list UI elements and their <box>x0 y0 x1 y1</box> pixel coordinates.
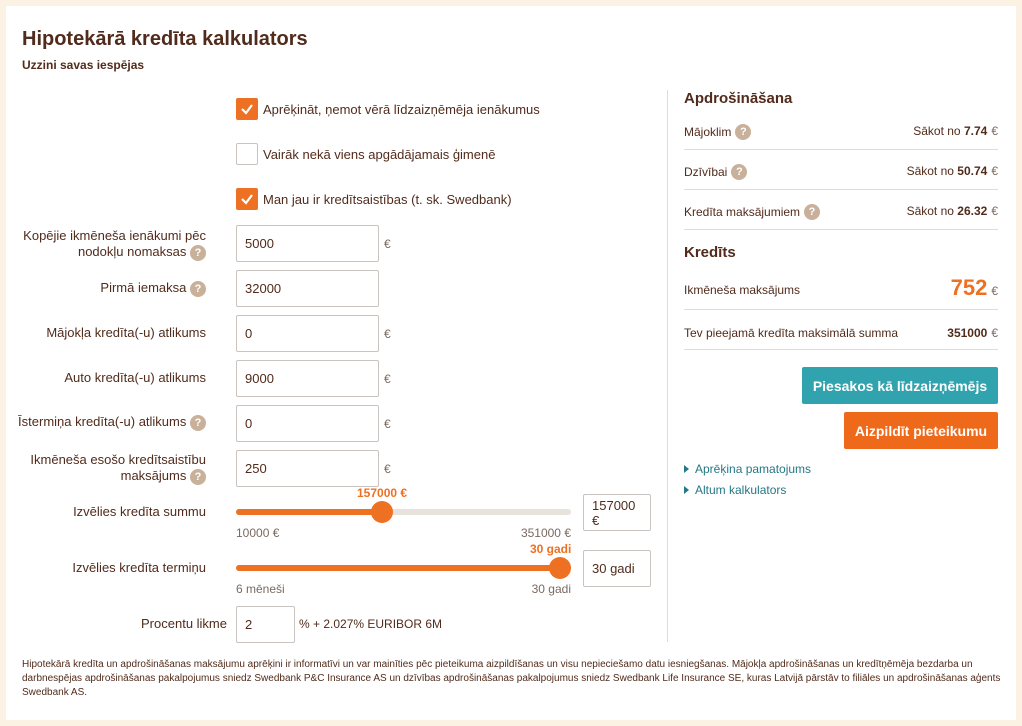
checkbox-row-dependents[interactable]: Vairāk nekā viens apgādājamais ģimenē <box>236 143 495 165</box>
rate-input[interactable]: 2 <box>236 606 295 643</box>
checkbox-label: Vairāk nekā viens apgādājamais ģimenē <box>263 146 496 162</box>
max-credit-value: 351000 <box>947 326 988 340</box>
fill-application-button[interactable]: Aizpildīt pieteikumu <box>844 412 998 449</box>
unit-euro: € <box>384 417 391 431</box>
help-icon[interactable]: ? <box>804 204 821 220</box>
insurance-row-home: Mājoklim? Sākot no 7.74 € <box>684 124 998 150</box>
unit-euro: € <box>384 462 391 476</box>
max-credit-label: Tev pieejamā kredīta maksimālā summa <box>684 326 899 340</box>
insurance-value: 26.32 <box>957 204 988 218</box>
checkbox-row-existing-loans[interactable]: Man jau ir kredītsaistības (t. sk. Swedb… <box>236 188 512 210</box>
help-icon[interactable]: ? <box>190 414 206 431</box>
monthly-payment-label: Ikmēneša maksājums <box>684 283 801 297</box>
help-icon[interactable]: ? <box>190 280 206 297</box>
checkbox-existing-loans[interactable] <box>236 188 258 210</box>
caret-right-icon <box>684 465 689 473</box>
slider-thumb[interactable] <box>371 501 393 523</box>
amount-min-label: 10000 € <box>236 526 280 540</box>
calculator-card: Hipotekārā kredīta kalkulators Uzzini sa… <box>6 6 1016 720</box>
down-payment-label: Pirmā iemaksa ? <box>16 280 206 297</box>
insurance-unit: € <box>991 204 998 218</box>
income-input[interactable]: 5000 <box>236 225 379 262</box>
amount-slider[interactable]: 157000 € <box>236 484 571 528</box>
insurance-prefix: Sākot no <box>906 164 954 178</box>
short-loan-input[interactable]: 0 <box>236 405 379 442</box>
unit-euro: € <box>384 237 391 251</box>
insurance-row-life: Dzīvībai? Sākot no 50.74 € <box>684 164 998 190</box>
max-credit-unit: € <box>991 326 998 340</box>
term-slider[interactable]: 30 gadi <box>236 540 571 584</box>
car-loan-input[interactable]: 9000 <box>236 360 379 397</box>
check-icon <box>241 194 253 205</box>
help-icon[interactable]: ? <box>190 244 206 261</box>
amount-input[interactable]: 157000 € <box>583 494 651 531</box>
link-label: Altum kalkulators <box>695 483 787 497</box>
calculation-basis-link[interactable]: Aprēķina pamatojums <box>684 462 811 476</box>
insurance-heading: Apdrošināšana <box>684 90 793 107</box>
page-subtitle: Uzzini savas iespējas <box>22 58 145 72</box>
amount-slider-label: Izvēlies kredīta summu <box>73 504 206 519</box>
unit-euro: € <box>384 372 391 386</box>
insurance-value: 50.74 <box>957 164 988 178</box>
term-input[interactable]: 30 gadi <box>583 550 651 587</box>
insurance-unit: € <box>991 124 998 138</box>
rate-label: Procentu likme <box>141 616 227 631</box>
help-icon[interactable]: ? <box>731 164 748 180</box>
checkbox-coborrower[interactable] <box>236 98 258 120</box>
home-loan-label: Mājokļa kredīta(-u) atlikums <box>46 325 206 340</box>
credit-heading: Kredīts <box>684 244 736 261</box>
insurance-prefix: Sākot no <box>906 204 954 218</box>
column-divider <box>667 90 668 642</box>
insurance-row-label: Mājoklim <box>684 125 732 139</box>
insurance-row-label: Kredīta maksājumiem <box>684 205 801 219</box>
credit-monthly-row: Ikmēneša maksājums 752 € <box>684 274 998 310</box>
insurance-row-label: Dzīvībai <box>684 165 728 179</box>
disclaimer-text: Hipotekārā kredīta un apdrošināšanas mak… <box>22 659 1001 698</box>
term-slider-label: Izvēlies kredīta termiņu <box>72 560 206 575</box>
link-label: Aprēķina pamatojums <box>695 462 812 476</box>
down-payment-input[interactable]: 32000 <box>236 270 379 307</box>
help-icon[interactable]: ? <box>735 124 752 140</box>
check-icon <box>241 104 253 115</box>
checkbox-label: Aprēķināt, ņemot vērā līdzaizņēmēja ienā… <box>263 101 540 117</box>
amount-current-label: 157000 € <box>357 486 408 500</box>
page-title: Hipotekārā kredīta kalkulators <box>22 28 308 50</box>
term-current-label: 30 gadi <box>530 542 572 556</box>
checkbox-label: Man jau ir kredītsaistības (t. sk. Swedb… <box>263 191 512 207</box>
insurance-prefix: Sākot no <box>913 124 961 138</box>
unit-euro: € <box>384 327 391 341</box>
caret-right-icon <box>684 486 689 494</box>
monthly-obligations-input[interactable]: 250 <box>236 450 379 487</box>
slider-thumb[interactable] <box>549 557 571 579</box>
help-icon[interactable]: ? <box>190 468 206 485</box>
slider-fill <box>236 509 382 515</box>
checkbox-row-coborrower[interactable]: Aprēķināt, ņemot vērā līdzaizņēmēja ienā… <box>236 98 540 120</box>
amount-max-label: 351000 € <box>520 526 571 540</box>
income-label: Kopējie ikmēneša ienākumi pēc nodokļu no… <box>23 228 206 261</box>
checkbox-dependents[interactable] <box>236 143 258 165</box>
term-min-label: 6 mēneši <box>236 582 285 596</box>
apply-as-coborrower-button[interactable]: Piesakos kā līdzaizņēmējs <box>802 367 998 404</box>
altum-calculator-link[interactable]: Altum kalkulators <box>684 483 786 497</box>
rate-suffix: % + 2.027% EURIBOR 6M <box>299 617 443 631</box>
monthly-obligations-label: Ikmēneša esošo kredītsaistību maksājums … <box>30 452 206 485</box>
term-max-label: 30 gadi <box>531 582 571 596</box>
monthly-payment-value: 752 <box>950 275 988 300</box>
insurance-unit: € <box>991 164 998 178</box>
car-loan-label: Auto kredīta(-u) atlikums <box>64 370 206 385</box>
slider-fill <box>236 565 560 571</box>
insurance-value: 7.74 <box>963 124 988 138</box>
credit-max-row: Tev pieejamā kredīta maksimālā summa 351… <box>684 326 998 350</box>
insurance-row-payments: Kredīta maksājumiem? Sākot no 26.32 € <box>684 204 998 230</box>
monthly-payment-unit: € <box>991 284 998 298</box>
short-loan-label: Īstermiņa kredīta(-u) atlikums ? <box>16 414 206 431</box>
home-loan-input[interactable]: 0 <box>236 315 379 352</box>
